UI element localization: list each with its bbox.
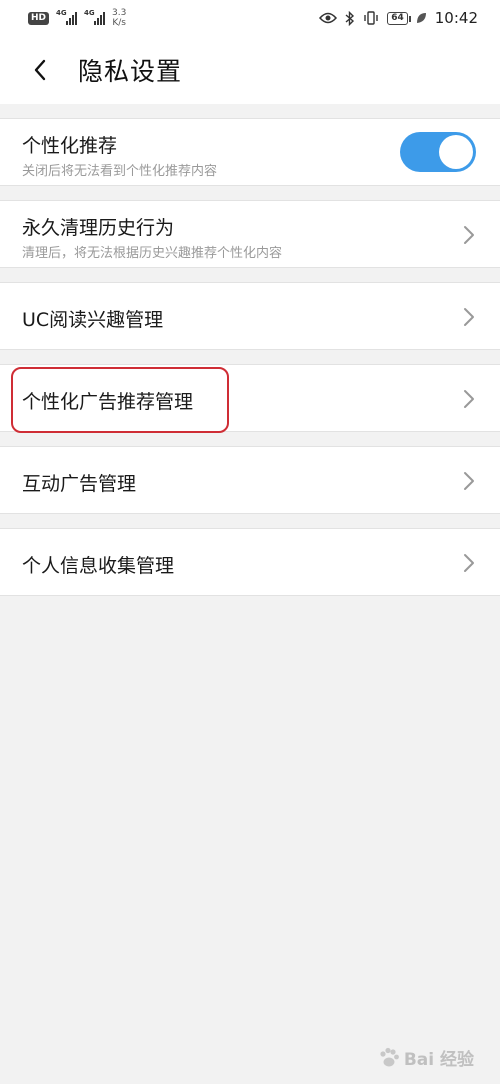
personalized-recommend-title: 个性化推荐: [22, 135, 118, 157]
status-left: HD 4G 4G 3.3 K/s: [28, 8, 126, 28]
uc-interest-row[interactable]: UC阅读兴趣管理: [0, 282, 500, 350]
page-title: 隐私设置: [78, 57, 183, 86]
eye-icon: [319, 12, 338, 24]
interactive-ads-row[interactable]: 互动广告管理: [0, 446, 500, 514]
toggle-knob: [439, 135, 473, 169]
chevron-left-icon[interactable]: [22, 52, 58, 88]
chevron-right-icon: [464, 308, 474, 326]
clear-history-title: 永久清理历史行为: [22, 217, 175, 239]
leaf-icon: [416, 13, 426, 23]
title-bar: 隐私设置: [0, 36, 500, 104]
clear-history-row[interactable]: 永久清理历史行为 清理后，将无法根据历史兴趣推荐个性化内容: [0, 200, 500, 268]
paw-icon: [380, 1047, 399, 1066]
clear-history-subtitle: 清理后，将无法根据历史兴趣推荐个性化内容: [22, 246, 283, 261]
network-speed: 3.3 K/s: [112, 8, 126, 28]
personalized-recommend-toggle[interactable]: [400, 132, 476, 172]
personalized-recommend-subtitle: 关闭后将无法看到个性化推荐内容: [22, 164, 218, 179]
chevron-right-icon: [464, 226, 474, 244]
battery-icon: 64: [387, 11, 411, 25]
chevron-right-icon: [464, 554, 474, 572]
chevron-right-icon: [464, 390, 474, 408]
status-bar: HD 4G 4G 3.3 K/s 64 10:42: [0, 0, 500, 36]
personalized-recommend-row: 个性化推荐 关闭后将无法看到个性化推荐内容: [0, 118, 500, 186]
hd-badge: HD: [28, 11, 50, 25]
bluetooth-icon: [345, 10, 355, 26]
personal-info-row[interactable]: 个人信息收集管理: [0, 528, 500, 596]
network-type-2: 4G: [84, 9, 95, 17]
network-type-1: 4G: [56, 9, 67, 17]
signal-icon-2: 4G: [84, 9, 106, 25]
signal-icon-1: 4G: [56, 9, 78, 25]
status-right: 64 10:42: [319, 9, 478, 27]
personal-info-title: 个人信息收集管理: [22, 555, 175, 577]
uc-interest-title: UC阅读兴趣管理: [22, 309, 164, 331]
watermark: Bai 经验: [378, 1045, 474, 1070]
network-speed-unit: K/s: [112, 18, 126, 28]
clock: 10:42: [434, 9, 478, 27]
network-speed-value: 3.3: [112, 8, 127, 18]
vibrate-icon: [364, 11, 378, 25]
interactive-ads-title: 互动广告管理: [22, 473, 137, 495]
chevron-right-icon: [464, 472, 474, 490]
annotation-highlight: [11, 367, 229, 433]
watermark-text: Bai 经验: [403, 1050, 474, 1070]
